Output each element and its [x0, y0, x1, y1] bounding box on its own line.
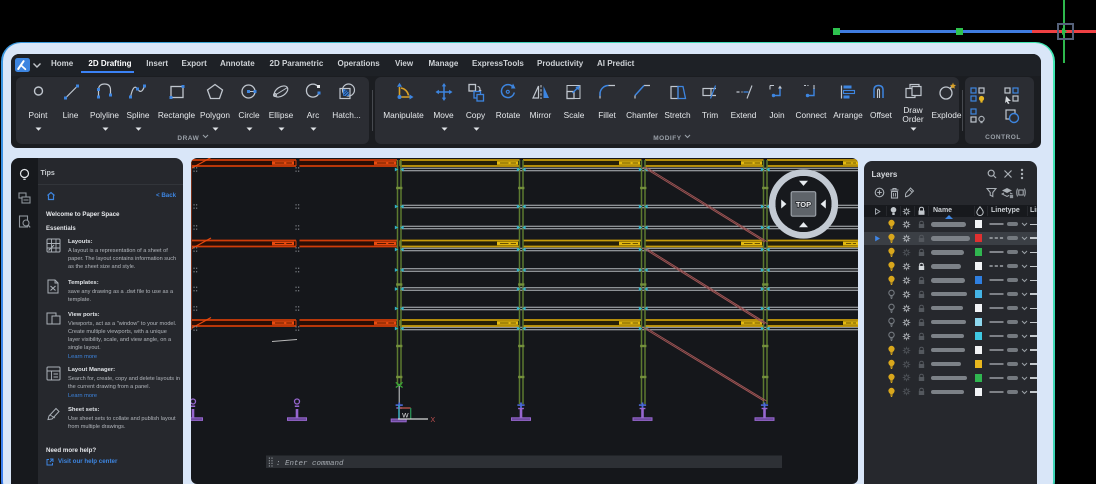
svg-text:W: W [402, 412, 409, 419]
svg-text:X: X [431, 417, 436, 424]
svg-text:: Enter command: : Enter command [276, 460, 344, 468]
svg-text:TOP: TOP [796, 200, 811, 209]
